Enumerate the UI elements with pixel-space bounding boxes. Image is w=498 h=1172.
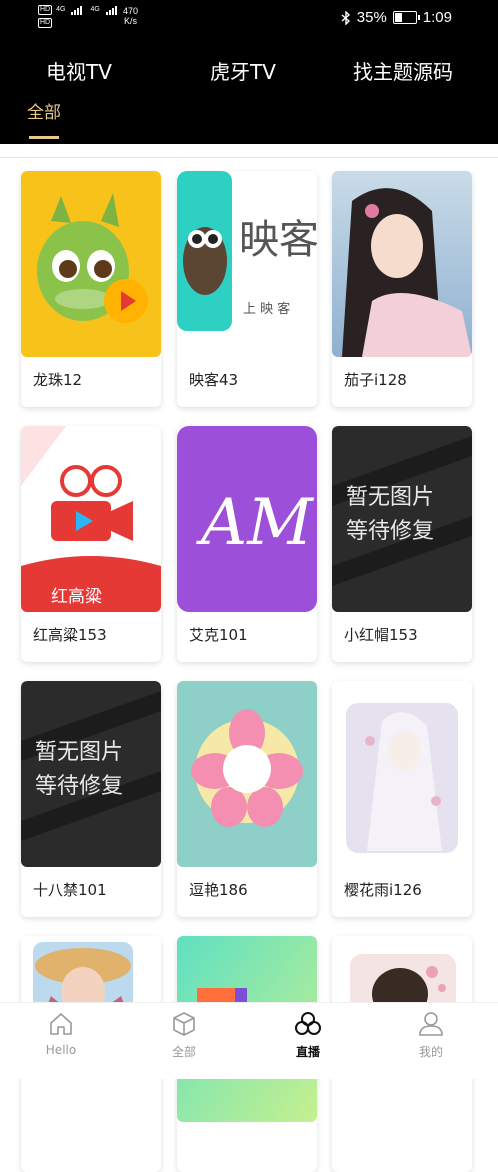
placeholder-line-2: 等待修复 bbox=[346, 519, 434, 544]
honggaoliang-logo-text: 红高粱 bbox=[51, 587, 102, 607]
battery-percent: 35% bbox=[356, 9, 387, 26]
signal-icon bbox=[105, 5, 117, 15]
placeholder-line-2: 等待修复 bbox=[35, 774, 123, 799]
nav-home[interactable]: Hello bbox=[21, 1011, 101, 1057]
card-label: 樱花雨i126 bbox=[344, 881, 422, 899]
channel-card[interactable]: 逗艳186 bbox=[177, 681, 317, 917]
subtab-all[interactable]: 全部 bbox=[27, 98, 61, 123]
thumbnail-beauty bbox=[332, 171, 472, 357]
battery-icon bbox=[392, 11, 420, 24]
clock: 1:09 bbox=[422, 9, 452, 26]
bottom-navigation: Hello 全部 直播 我的 bbox=[0, 1002, 498, 1079]
tab-theme-source[interactable]: 找主题源码 bbox=[353, 56, 453, 85]
aike-logo-text: AM bbox=[196, 486, 314, 560]
placeholder-line-1: 暂无图片 bbox=[346, 485, 434, 510]
hd-badge: HD bbox=[38, 18, 53, 28]
card-label: 茄子i128 bbox=[344, 371, 407, 389]
tab-huya[interactable]: 虎牙TV bbox=[210, 56, 276, 85]
speed-unit: K/s bbox=[124, 16, 138, 26]
thumbnail-placeholder: 暂无图片 等待修复 bbox=[21, 681, 161, 867]
dragon-mascot-image bbox=[21, 171, 161, 357]
circles-icon bbox=[295, 1012, 321, 1035]
header-divider bbox=[0, 157, 498, 158]
hd-badge: HD bbox=[38, 5, 53, 15]
status-bar: HD 4G 4G HD 470 K/s 35% 1:09 bbox=[0, 0, 498, 36]
top-header: 电视TV 虎牙TV 找主题源码 全部 bbox=[0, 36, 498, 144]
network-indicators: HD 4G 4G HD bbox=[38, 5, 117, 28]
user-icon bbox=[419, 1012, 443, 1036]
bluetooth-icon bbox=[341, 10, 350, 25]
channel-card[interactable]: 茄子i128 bbox=[332, 171, 472, 407]
channel-card[interactable]: 龙珠12 bbox=[21, 171, 161, 407]
channel-card[interactable]: 映客 上 映 客 映客43 bbox=[177, 171, 317, 407]
card-label: 红高粱153 bbox=[33, 626, 107, 644]
speed-value: 470 bbox=[123, 6, 139, 16]
channel-card[interactable]: 红高粱 红高粱153 bbox=[21, 426, 161, 662]
tab-tv[interactable]: 电视TV bbox=[46, 56, 112, 85]
card-label: 逗艳186 bbox=[189, 881, 248, 899]
placeholder-image: 暂无图片 等待修复 bbox=[332, 426, 472, 612]
nav-label: 全部 bbox=[171, 1045, 196, 1059]
card-label: 艾克101 bbox=[189, 626, 248, 644]
card-label: 十八禁101 bbox=[33, 881, 107, 899]
yingke-sub-text: 上 映 客 bbox=[243, 301, 290, 317]
card-label: 小红帽153 bbox=[344, 626, 418, 644]
home-icon bbox=[50, 1013, 72, 1035]
anime-woman-image bbox=[332, 171, 472, 357]
yingke-logo-image: 映客 上 映 客 bbox=[177, 171, 317, 357]
flower-dessert-image bbox=[177, 681, 317, 867]
aike-logo-image: AM bbox=[177, 426, 317, 612]
network-type-b: 4G bbox=[90, 6, 100, 13]
network-speed: 470 K/s bbox=[123, 6, 138, 26]
thumbnail-flower bbox=[177, 681, 317, 867]
film-camera-image: 红高粱 bbox=[21, 426, 161, 612]
network-type-a: 4G bbox=[56, 6, 66, 13]
channel-card[interactable]: 暂无图片 等待修复 小红帽153 bbox=[332, 426, 472, 662]
thumbnail-placeholder: 暂无图片 等待修复 bbox=[332, 426, 472, 612]
placeholder-image: 暂无图片 等待修复 bbox=[21, 681, 161, 867]
nav-label: 我的 bbox=[418, 1045, 443, 1059]
channel-card[interactable]: 樱花雨i126 bbox=[332, 681, 472, 917]
nav-label: Hello bbox=[45, 1043, 77, 1057]
nav-mine[interactable]: 我的 bbox=[391, 1011, 471, 1060]
card-label: 映客43 bbox=[189, 371, 239, 389]
sakura-girl-image bbox=[332, 681, 472, 867]
signal-icon bbox=[71, 5, 83, 15]
nav-all[interactable]: 全部 bbox=[144, 1011, 224, 1060]
thumbnail-dragon bbox=[21, 171, 161, 357]
thumbnail-sakura bbox=[332, 681, 472, 867]
thumbnail-aike: AM bbox=[177, 426, 317, 612]
placeholder-line-1: 暂无图片 bbox=[35, 740, 123, 765]
channel-card[interactable]: 暂无图片 等待修复 十八禁101 bbox=[21, 681, 161, 917]
thumbnail-honggaoliang: 红高粱 bbox=[21, 426, 161, 612]
thumbnail-yingke: 映客 上 映 客 bbox=[177, 171, 317, 357]
cube-icon bbox=[173, 1012, 195, 1036]
channel-card[interactable]: AM 艾克101 bbox=[177, 426, 317, 662]
yingke-logo-text: 映客 bbox=[239, 217, 317, 263]
nav-label: 直播 bbox=[295, 1045, 320, 1059]
battery-fill bbox=[394, 13, 403, 22]
nav-live[interactable]: 直播 bbox=[268, 1011, 348, 1060]
status-right: 35% 1:09 bbox=[341, 9, 452, 26]
subtab-indicator bbox=[29, 136, 59, 139]
card-label: 龙珠12 bbox=[33, 371, 83, 389]
